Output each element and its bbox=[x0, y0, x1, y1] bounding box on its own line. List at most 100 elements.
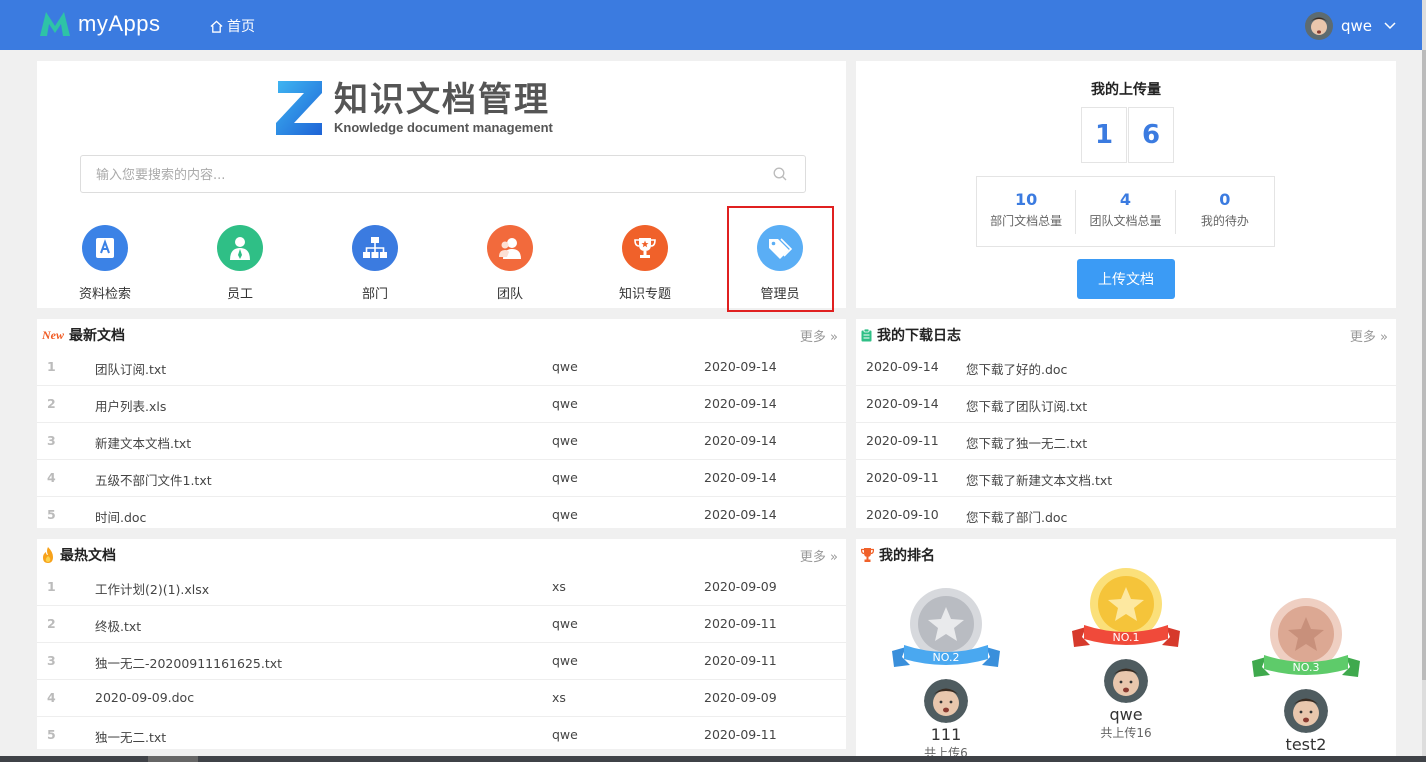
avatar bbox=[924, 679, 968, 723]
search-input[interactable] bbox=[81, 156, 758, 194]
category-label: 员工 bbox=[226, 287, 253, 302]
doc-name[interactable]: 团队订阅.txt bbox=[95, 359, 166, 378]
top-bar: myApps 首页 qwe bbox=[0, 0, 1422, 50]
rank-entry-2[interactable]: NO.2 111 共上传6 bbox=[886, 587, 1006, 761]
double-chevron-right-icon: » bbox=[1380, 330, 1388, 345]
doc-name[interactable]: 时间.doc bbox=[95, 507, 146, 526]
bronze-medal-icon: NO.3 bbox=[1252, 598, 1360, 677]
doc-date: 2020-09-11 bbox=[704, 727, 777, 742]
doc-date: 2020-09-11 bbox=[704, 653, 777, 668]
category-label: 知识专题 bbox=[618, 287, 671, 302]
doc-date: 2020-09-14 bbox=[704, 470, 777, 485]
list-item[interactable]: 2020-09-10 您下载了部门.doc bbox=[856, 497, 1396, 533]
table-row[interactable]: 3 新建文本文档.txt qwe 2020-09-14 bbox=[37, 423, 846, 460]
table-row[interactable]: 1 团队订阅.txt qwe 2020-09-14 bbox=[37, 349, 846, 386]
avatar bbox=[1284, 689, 1328, 733]
doc-date: 2020-09-14 bbox=[704, 507, 777, 522]
app-logo[interactable]: myApps bbox=[38, 10, 160, 38]
category-department[interactable]: 部门 bbox=[325, 225, 425, 302]
app-name: myApps bbox=[78, 11, 161, 36]
doc-name[interactable]: 2020-09-09.doc bbox=[95, 690, 194, 705]
avatar bbox=[1304, 12, 1333, 40]
table-row[interactable]: 4 2020-09-09.doc xs 2020-09-09 bbox=[37, 680, 846, 717]
scrollbar-thumb[interactable] bbox=[1422, 50, 1426, 680]
rank-upload-count: 共上传16 bbox=[1100, 726, 1152, 740]
home-icon bbox=[210, 20, 223, 33]
category-topic[interactable]: 知识专题 bbox=[595, 225, 695, 302]
log-date: 2020-09-14 bbox=[866, 359, 939, 374]
upload-count-digit: 6 bbox=[1128, 107, 1174, 163]
doc-user: qwe bbox=[552, 470, 578, 485]
doc-name[interactable]: 终极.txt bbox=[95, 616, 141, 635]
table-row[interactable]: 4 五级不部门文件1.txt qwe 2020-09-14 bbox=[37, 460, 846, 497]
category-search[interactable]: 资料检索 bbox=[55, 225, 155, 302]
latest-more-link[interactable]: 更多 » bbox=[800, 326, 838, 345]
row-index: 3 bbox=[47, 433, 56, 448]
category-label: 部门 bbox=[361, 287, 388, 302]
rank-label: NO.3 bbox=[1293, 661, 1320, 674]
rank-label: NO.2 bbox=[933, 651, 960, 664]
flame-icon bbox=[41, 547, 55, 563]
log-date: 2020-09-11 bbox=[866, 433, 939, 448]
hot-more-link[interactable]: 更多 » bbox=[800, 546, 838, 565]
stat-label: 部门文档总量 bbox=[990, 213, 1063, 228]
scrollbar-thumb[interactable] bbox=[148, 756, 198, 762]
latest-docs-panel: New 最新文档 更多 » 1 团队订阅.txt qwe 2020-09-14 2 用户… bbox=[37, 319, 846, 528]
doc-user: xs bbox=[552, 579, 566, 594]
stat-todo[interactable]: 0 我的待办 bbox=[1176, 190, 1274, 234]
log-more-link[interactable]: 更多 » bbox=[1350, 326, 1388, 345]
doc-date: 2020-09-09 bbox=[704, 579, 777, 594]
doc-name[interactable]: 新建文本文档.txt bbox=[95, 433, 191, 452]
search-icon[interactable] bbox=[773, 167, 787, 181]
upload-document-button[interactable]: 上传文档 bbox=[1077, 259, 1175, 299]
row-index: 5 bbox=[47, 727, 56, 742]
log-message: 您下载了独一无二.txt bbox=[966, 436, 1088, 451]
list-item[interactable]: 2020-09-14 您下载了好的.doc bbox=[856, 349, 1396, 386]
table-row[interactable]: 2 终极.txt qwe 2020-09-11 bbox=[37, 606, 846, 643]
logo-icon bbox=[40, 12, 70, 36]
doc-date: 2020-09-14 bbox=[704, 433, 777, 448]
doc-name[interactable]: 工作计划(2)(1).xlsx bbox=[95, 579, 209, 598]
doc-user: qwe bbox=[552, 396, 578, 411]
stat-value: 0 bbox=[1219, 189, 1231, 209]
doc-name[interactable]: 五级不部门文件1.txt bbox=[95, 470, 212, 489]
doc-date: 2020-09-09 bbox=[704, 690, 777, 705]
table-row[interactable]: 2 用户列表.xls qwe 2020-09-14 bbox=[37, 386, 846, 423]
row-index: 1 bbox=[47, 359, 56, 374]
table-row[interactable]: 5 独一无二.txt qwe 2020-09-11 bbox=[37, 717, 846, 753]
doc-date: 2020-09-14 bbox=[704, 359, 777, 374]
stat-team-docs[interactable]: 4 团队文档总量 bbox=[1076, 189, 1176, 234]
upload-count: 1 6 bbox=[1081, 107, 1175, 163]
rank-user-name: 111 bbox=[930, 725, 962, 744]
list-item[interactable]: 2020-09-11 您下载了新建文本文档.txt bbox=[856, 460, 1396, 497]
doc-name[interactable]: 独一无二-20200911161625.txt bbox=[95, 653, 282, 672]
doc-name[interactable]: 用户列表.xls bbox=[95, 396, 166, 415]
rank-entry-3[interactable]: NO.3 test2 bbox=[1246, 597, 1366, 754]
vertical-scrollbar[interactable] bbox=[1422, 0, 1426, 762]
list-item[interactable]: 2020-09-11 您下载了独一无二.txt bbox=[856, 423, 1396, 460]
doc-name[interactable]: 独一无二.txt bbox=[95, 727, 166, 746]
table-row[interactable]: 5 时间.doc qwe 2020-09-14 bbox=[37, 497, 846, 533]
rank-user-name: qwe bbox=[1109, 705, 1143, 724]
ranking-title: 我的排名 bbox=[879, 548, 935, 564]
stat-department-docs[interactable]: 10 部门文档总量 bbox=[977, 189, 1077, 234]
table-row[interactable]: 1 工作计划(2)(1).xlsx xs 2020-09-09 bbox=[37, 569, 846, 606]
more-label: 更多 bbox=[1349, 330, 1376, 345]
rank-entry-1[interactable]: NO.1 qwe 共上传16 bbox=[1066, 567, 1186, 741]
brand: 知识文档管理 Knowledge document management bbox=[274, 79, 553, 137]
list-item[interactable]: 2020-09-14 您下载了团队订阅.txt bbox=[856, 386, 1396, 423]
table-row[interactable]: 3 独一无二-20200911161625.txt qwe 2020-09-11 bbox=[37, 643, 846, 680]
category-label: 资料检索 bbox=[78, 287, 131, 302]
horizontal-scrollbar[interactable] bbox=[0, 756, 1426, 762]
new-badge-icon: New bbox=[42, 328, 64, 343]
category-grid: 资料检索 员工 部门 团队 知识专题 管理员 bbox=[37, 221, 846, 302]
nav-home-link[interactable]: 首页 bbox=[210, 16, 255, 36]
doc-user: xs bbox=[552, 690, 566, 705]
double-chevron-right-icon: » bbox=[830, 330, 838, 345]
category-team[interactable]: 团队 bbox=[460, 225, 560, 302]
page-title: 知识文档管理 bbox=[334, 80, 550, 120]
page-subtitle: Knowledge document management bbox=[334, 120, 553, 135]
ranking-panel: 我的排名 NO.2 111 共上传6 NO.1 qwe 共上传16 NO.3 t… bbox=[856, 539, 1396, 762]
category-employee[interactable]: 员工 bbox=[190, 225, 290, 302]
user-menu[interactable]: qwe bbox=[1304, 12, 1396, 40]
